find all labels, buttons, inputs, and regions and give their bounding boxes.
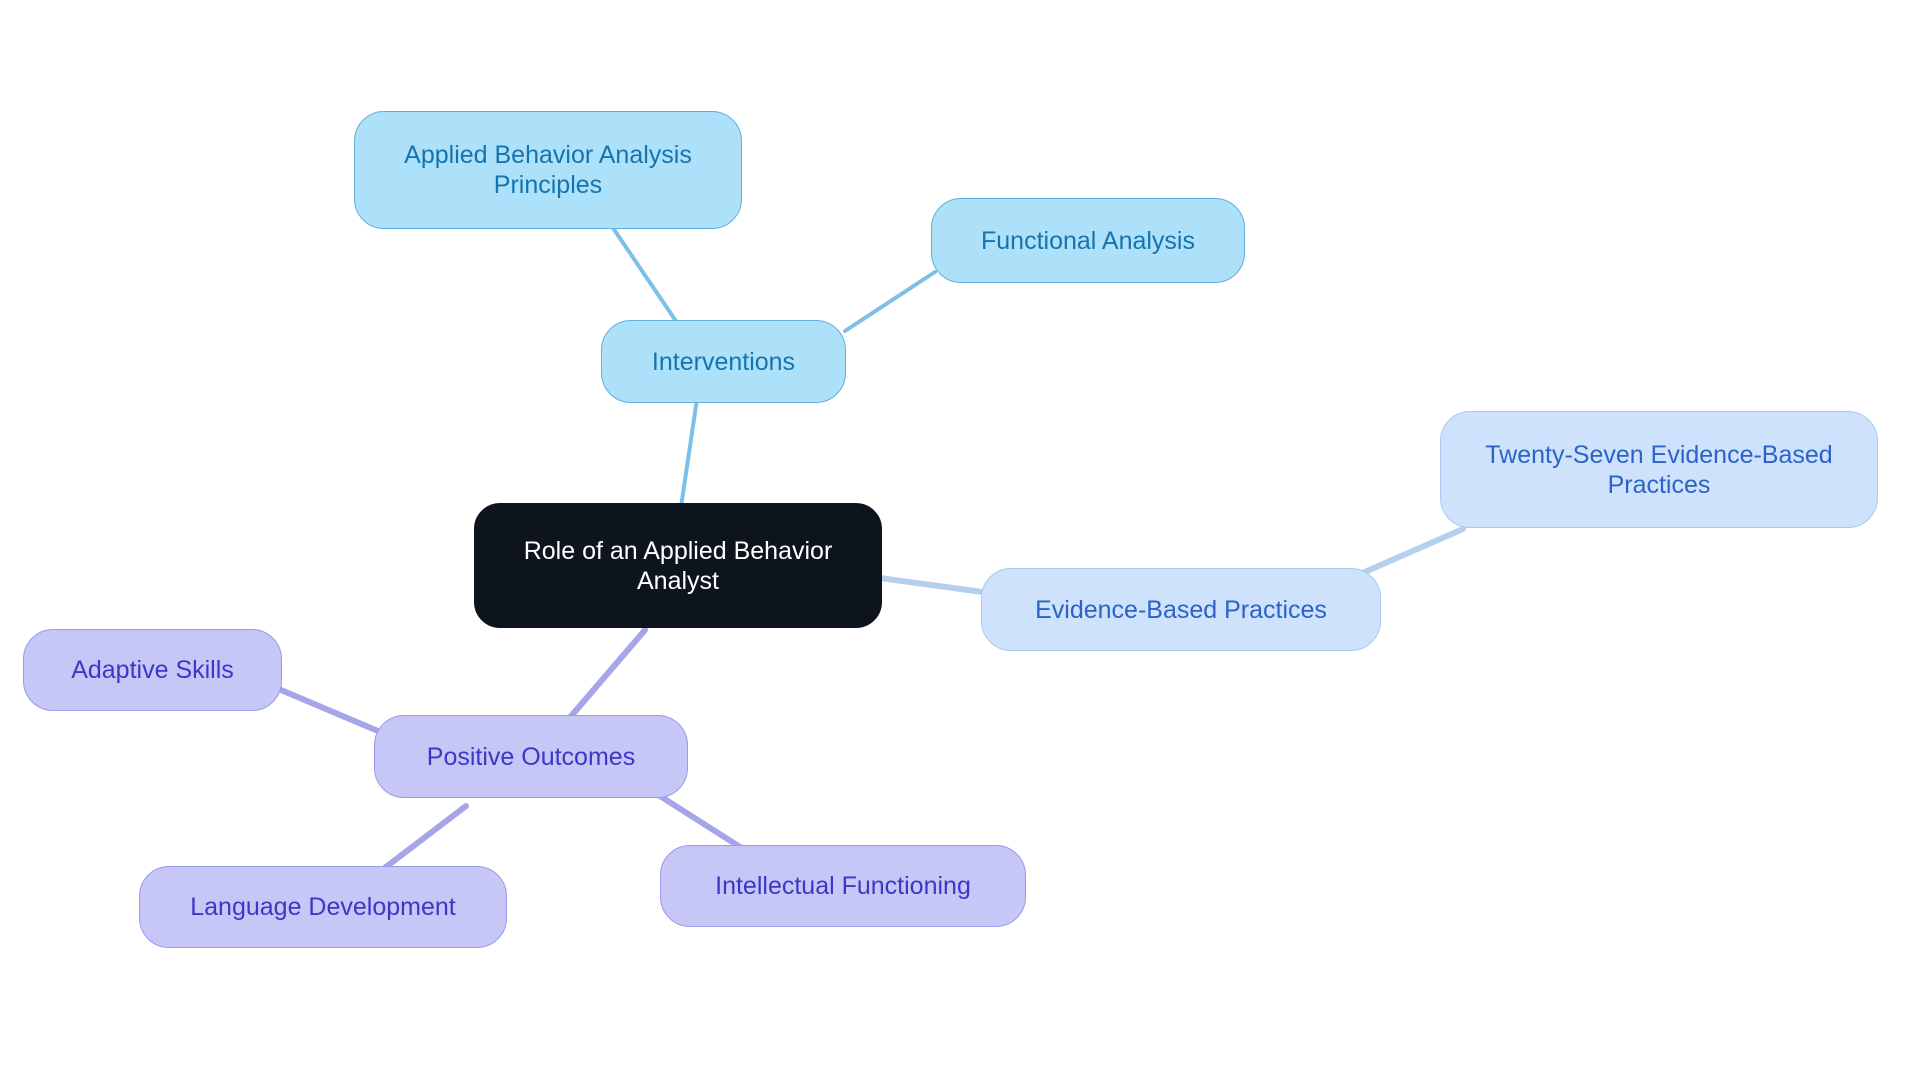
edge-evidence-based-practices-twenty-seven — [1348, 526, 1466, 581]
node-interventions[interactable]: Interventions — [601, 320, 846, 403]
edge-positive-outcomes-language-development — [375, 803, 469, 876]
edge-root-evidence-based-practices — [877, 575, 993, 596]
node-root-role-of-an-applied-behavior-analyst[interactable]: Role of an Applied Behavior Analyst — [474, 503, 882, 628]
edge-positive-outcomes-intellectual-functioning — [657, 793, 743, 850]
edge-positive-outcomes-adaptive-skills — [278, 687, 381, 734]
node-twenty-seven-evidence-based-practices[interactable]: Twenty-Seven Evidence-Based Practices — [1440, 411, 1878, 528]
mindmap-canvas: Applied Behavior Analysis Principles Fun… — [0, 0, 1920, 1083]
node-aba-principles[interactable]: Applied Behavior Analysis Principles — [354, 111, 742, 229]
edge-root-positive-outcomes — [563, 627, 648, 725]
node-evidence-based-practices[interactable]: Evidence-Based Practices — [981, 568, 1381, 651]
node-intellectual-functioning[interactable]: Intellectual Functioning — [660, 845, 1026, 927]
node-positive-outcomes[interactable]: Positive Outcomes — [374, 715, 688, 798]
node-functional-analysis[interactable]: Functional Analysis — [931, 198, 1245, 283]
edge-root-interventions — [679, 397, 699, 509]
edge-interventions-aba-principles — [611, 226, 682, 329]
edge-interventions-functional-analysis — [843, 270, 937, 333]
node-adaptive-skills[interactable]: Adaptive Skills — [23, 629, 282, 711]
node-language-development[interactable]: Language Development — [139, 866, 507, 948]
